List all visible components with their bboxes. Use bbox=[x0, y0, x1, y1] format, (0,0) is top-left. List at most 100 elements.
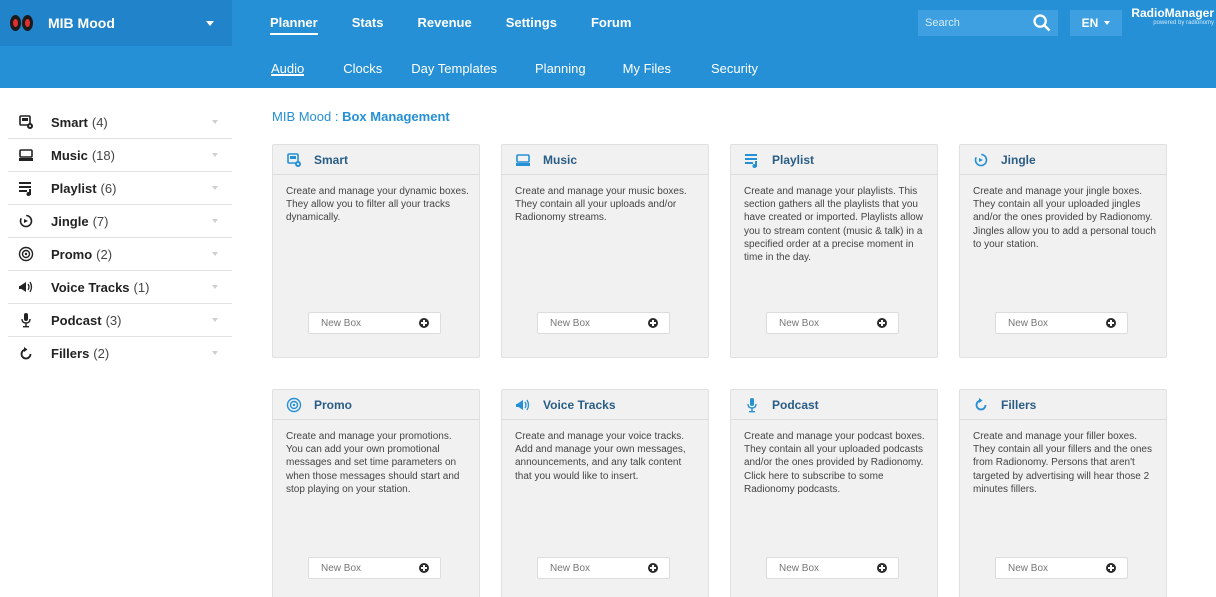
sidebar-item-count: (2) bbox=[93, 346, 110, 361]
smart-icon bbox=[286, 152, 302, 168]
chevron-down-icon[interactable] bbox=[212, 153, 218, 157]
new-box-label: New Box bbox=[321, 562, 362, 574]
box-card-fillers: Fillers Create and manage your filler bo… bbox=[959, 389, 1167, 597]
sidebar-item-smart[interactable]: Smart (4) bbox=[8, 106, 232, 139]
sidebar-item-label: Podcast bbox=[51, 312, 102, 328]
brand-logo: RadioManager powered by radionomy bbox=[1124, 6, 1216, 26]
plus-circle-icon bbox=[1106, 318, 1116, 328]
box-card-smart: Smart Create and manage your dynamic box… bbox=[272, 144, 480, 358]
sub-nav-security[interactable]: Security bbox=[711, 46, 758, 88]
card-description: Create and manage your playlists. This s… bbox=[744, 186, 923, 264]
fillers-icon bbox=[973, 397, 989, 413]
sub-bar: Audio Clocks Day Templates Planning My F… bbox=[0, 46, 1216, 88]
chevron-down-icon[interactable] bbox=[212, 252, 218, 256]
card-title: Music bbox=[543, 152, 578, 167]
search-input[interactable]: Search bbox=[918, 10, 1058, 36]
music-icon bbox=[515, 152, 531, 168]
promo-icon bbox=[18, 246, 34, 262]
chevron-down-icon[interactable] bbox=[206, 20, 214, 26]
new-box-button[interactable]: New Box bbox=[308, 312, 441, 334]
card-description: Create and manage your voice tracks. Add… bbox=[515, 431, 686, 482]
station-selector[interactable]: MIB Mood bbox=[0, 0, 232, 46]
sidebar-item-music[interactable]: Music (18) bbox=[8, 139, 232, 172]
box-card-promo: Promo Create and manage your promotions.… bbox=[272, 389, 480, 597]
breadcrumb-station[interactable]: MIB Mood bbox=[272, 109, 331, 124]
sidebar-item-playlist[interactable]: Playlist (6) bbox=[8, 172, 232, 205]
box-card-voice-tracks: Voice Tracks Create and manage your voic… bbox=[501, 389, 709, 597]
card-description: Create and manage your podcast boxes. Th… bbox=[744, 431, 925, 495]
new-box-button[interactable]: New Box bbox=[995, 557, 1128, 579]
sidebar-item-count: (7) bbox=[92, 213, 109, 229]
new-box-label: New Box bbox=[321, 317, 362, 329]
main-nav-planner[interactable]: Planner bbox=[270, 0, 318, 46]
sidebar-item-promo[interactable]: Promo (2) bbox=[8, 238, 232, 271]
sidebar-item-podcast[interactable]: Podcast (3) bbox=[8, 304, 232, 337]
sub-nav-day-templates[interactable]: Day Templates bbox=[411, 46, 497, 88]
card-title: Playlist bbox=[772, 152, 815, 167]
new-box-button[interactable]: New Box bbox=[766, 557, 899, 579]
new-box-label: New Box bbox=[779, 317, 820, 329]
sidebar-item-label: Voice Tracks bbox=[51, 279, 130, 295]
main-nav: Planner Stats Revenue Settings Forum bbox=[270, 0, 665, 46]
sidebar-item-fillers[interactable]: Fillers (2) bbox=[8, 337, 232, 370]
breadcrumb-separator: : bbox=[331, 109, 343, 124]
plus-circle-icon bbox=[648, 318, 658, 328]
card-description: Create and manage your music boxes. They… bbox=[515, 186, 687, 224]
language-label: EN bbox=[1081, 16, 1099, 30]
sidebar-item-label: Fillers bbox=[51, 346, 90, 361]
sub-nav-clocks[interactable]: Clocks bbox=[343, 46, 382, 88]
sub-nav: Audio Clocks Day Templates Planning My F… bbox=[271, 46, 758, 88]
voice-tracks-icon bbox=[515, 397, 531, 413]
box-card-podcast: Podcast Create and manage your podcast b… bbox=[730, 389, 938, 597]
chevron-down-icon[interactable] bbox=[212, 186, 218, 190]
card-header: Podcast bbox=[731, 390, 937, 420]
main-nav-forum[interactable]: Forum bbox=[591, 0, 631, 46]
sub-nav-planning[interactable]: Planning bbox=[535, 46, 586, 88]
new-box-label: New Box bbox=[1008, 317, 1049, 329]
smart-icon bbox=[18, 114, 34, 130]
station-logo-icon bbox=[10, 14, 34, 32]
new-box-label: New Box bbox=[550, 317, 591, 329]
chevron-down-icon[interactable] bbox=[212, 285, 218, 289]
search-icon[interactable] bbox=[1032, 13, 1052, 33]
sidebar-item-count: (3) bbox=[105, 312, 122, 328]
language-selector[interactable]: EN bbox=[1070, 10, 1122, 36]
sidebar-item-voice-tracks[interactable]: Voice Tracks (1) bbox=[8, 271, 232, 304]
card-header: Smart bbox=[273, 145, 479, 175]
plus-circle-icon bbox=[419, 563, 429, 573]
sidebar-item-count: (6) bbox=[100, 180, 117, 196]
main-nav-settings[interactable]: Settings bbox=[506, 0, 557, 46]
new-box-button[interactable]: New Box bbox=[766, 312, 899, 334]
new-box-button[interactable]: New Box bbox=[308, 557, 441, 579]
sidebar-item-count: (2) bbox=[96, 246, 113, 262]
podcast-icon bbox=[744, 397, 760, 413]
main-nav-revenue[interactable]: Revenue bbox=[417, 0, 471, 46]
top-bar: MIB Mood Planner Stats Revenue Settings … bbox=[0, 0, 1216, 46]
sidebar-item-jingle[interactable]: Jingle (7) bbox=[8, 205, 232, 238]
new-box-button[interactable]: New Box bbox=[537, 312, 670, 334]
podcast-icon bbox=[18, 312, 34, 328]
chevron-down-icon[interactable] bbox=[212, 219, 218, 223]
card-header: Music bbox=[502, 145, 708, 175]
card-header: Promo bbox=[273, 390, 479, 420]
fillers-icon bbox=[18, 346, 34, 362]
brand-tagline: powered by radionomy bbox=[1153, 20, 1214, 26]
box-card-jingle: Jingle Create and manage your jingle box… bbox=[959, 144, 1167, 358]
sub-nav-my-files[interactable]: My Files bbox=[623, 46, 671, 88]
brand-name: RadioManager bbox=[1131, 6, 1214, 20]
card-description: Create and manage your filler boxes. The… bbox=[973, 431, 1152, 495]
card-title: Fillers bbox=[1001, 397, 1037, 412]
promo-icon bbox=[286, 397, 302, 413]
new-box-button[interactable]: New Box bbox=[995, 312, 1128, 334]
sidebar-item-count: (18) bbox=[91, 147, 115, 163]
chevron-down-icon[interactable] bbox=[212, 318, 218, 322]
card-title: Voice Tracks bbox=[543, 397, 616, 412]
main-nav-stats[interactable]: Stats bbox=[352, 0, 384, 46]
new-box-button[interactable]: New Box bbox=[537, 557, 670, 579]
sidebar-item-count: (1) bbox=[133, 279, 150, 295]
sub-nav-audio[interactable]: Audio bbox=[271, 46, 305, 88]
chevron-down-icon[interactable] bbox=[212, 351, 218, 355]
card-description: Create and manage your jingle boxes. The… bbox=[973, 186, 1156, 250]
card-header: Jingle bbox=[960, 145, 1166, 175]
chevron-down-icon[interactable] bbox=[212, 120, 218, 124]
